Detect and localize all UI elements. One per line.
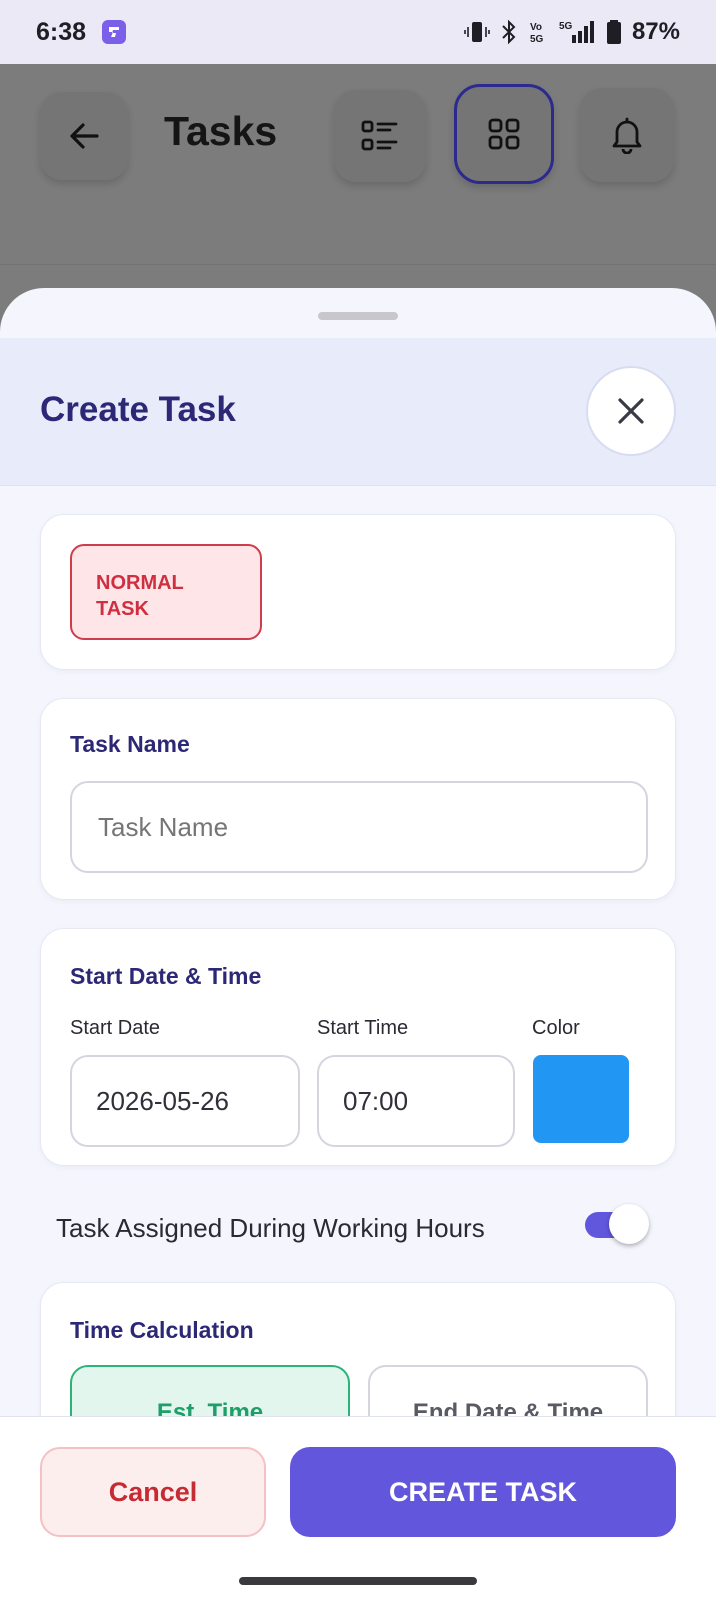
battery-icon [606,20,621,44]
list-view-icon [361,120,398,151]
working-hours-toggle[interactable] [585,1204,649,1244]
start-date-time-label: Start Date & Time [70,963,262,989]
vibrate-icon [464,22,490,42]
task-name-card: Task Name [40,698,676,900]
task-type-chip-normal[interactable]: NORMAL TASK [70,544,262,640]
sheet-header: Create Task [0,338,716,486]
color-label: Color [532,1017,580,1039]
close-button[interactable] [586,366,676,456]
task-name-label: Task Name [70,731,190,757]
back-button[interactable] [40,92,128,180]
status-icons: Vo 5G 5G 87% [464,18,680,46]
create-task-button[interactable]: CREATE TASK [290,1447,676,1537]
svg-text:5G: 5G [530,34,544,45]
color-swatch[interactable] [533,1055,629,1143]
create-task-sheet: Create Task NORMAL TASK Task Name Start … [0,288,716,1600]
list-view-button[interactable] [334,90,426,182]
start-date-label: Start Date [70,1017,161,1039]
battery-percent: 87% [631,18,680,45]
close-icon [618,398,644,424]
volte-icon: Vo5G [530,22,544,45]
svg-text:Vo: Vo [530,22,542,33]
sheet-title: Create Task [40,390,236,429]
app-notification-icon [102,20,127,44]
page-title: Tasks [164,108,278,154]
start-time-field[interactable]: 07:00 [317,1055,515,1147]
drag-handle[interactable] [318,312,398,320]
notifications-button[interactable] [580,88,674,182]
start-date-time-card: Start Date & Time Start Date Start Time … [40,928,676,1166]
start-date-field[interactable]: 2026-05-26 [70,1055,300,1147]
cancel-button[interactable]: Cancel [40,1447,266,1537]
header-divider [0,264,716,265]
start-time-label: Start Time [317,1017,409,1039]
bluetooth-icon [502,19,516,45]
5g-signal-icon: 5G [559,21,594,43]
time-calculation-label: Time Calculation [70,1317,254,1343]
working-hours-label: Task Assigned During Working Hours [56,1213,485,1243]
status-time: 6:38 [36,17,87,46]
sheet-footer: Cancel CREATE TASK [0,1416,716,1600]
task-type-card: NORMAL TASK [40,514,676,670]
bell-icon [612,117,642,154]
grid-view-button[interactable] [454,84,554,184]
grid-view-icon [488,118,520,150]
svg-text:5G: 5G [559,21,573,32]
toggle-thumb [609,1204,649,1244]
task-name-input[interactable] [70,781,648,873]
status-bar: 6:38 Vo 5G 5G 87% [0,0,716,64]
gesture-nav-bar[interactable] [239,1577,477,1585]
back-arrow-icon [70,123,99,149]
